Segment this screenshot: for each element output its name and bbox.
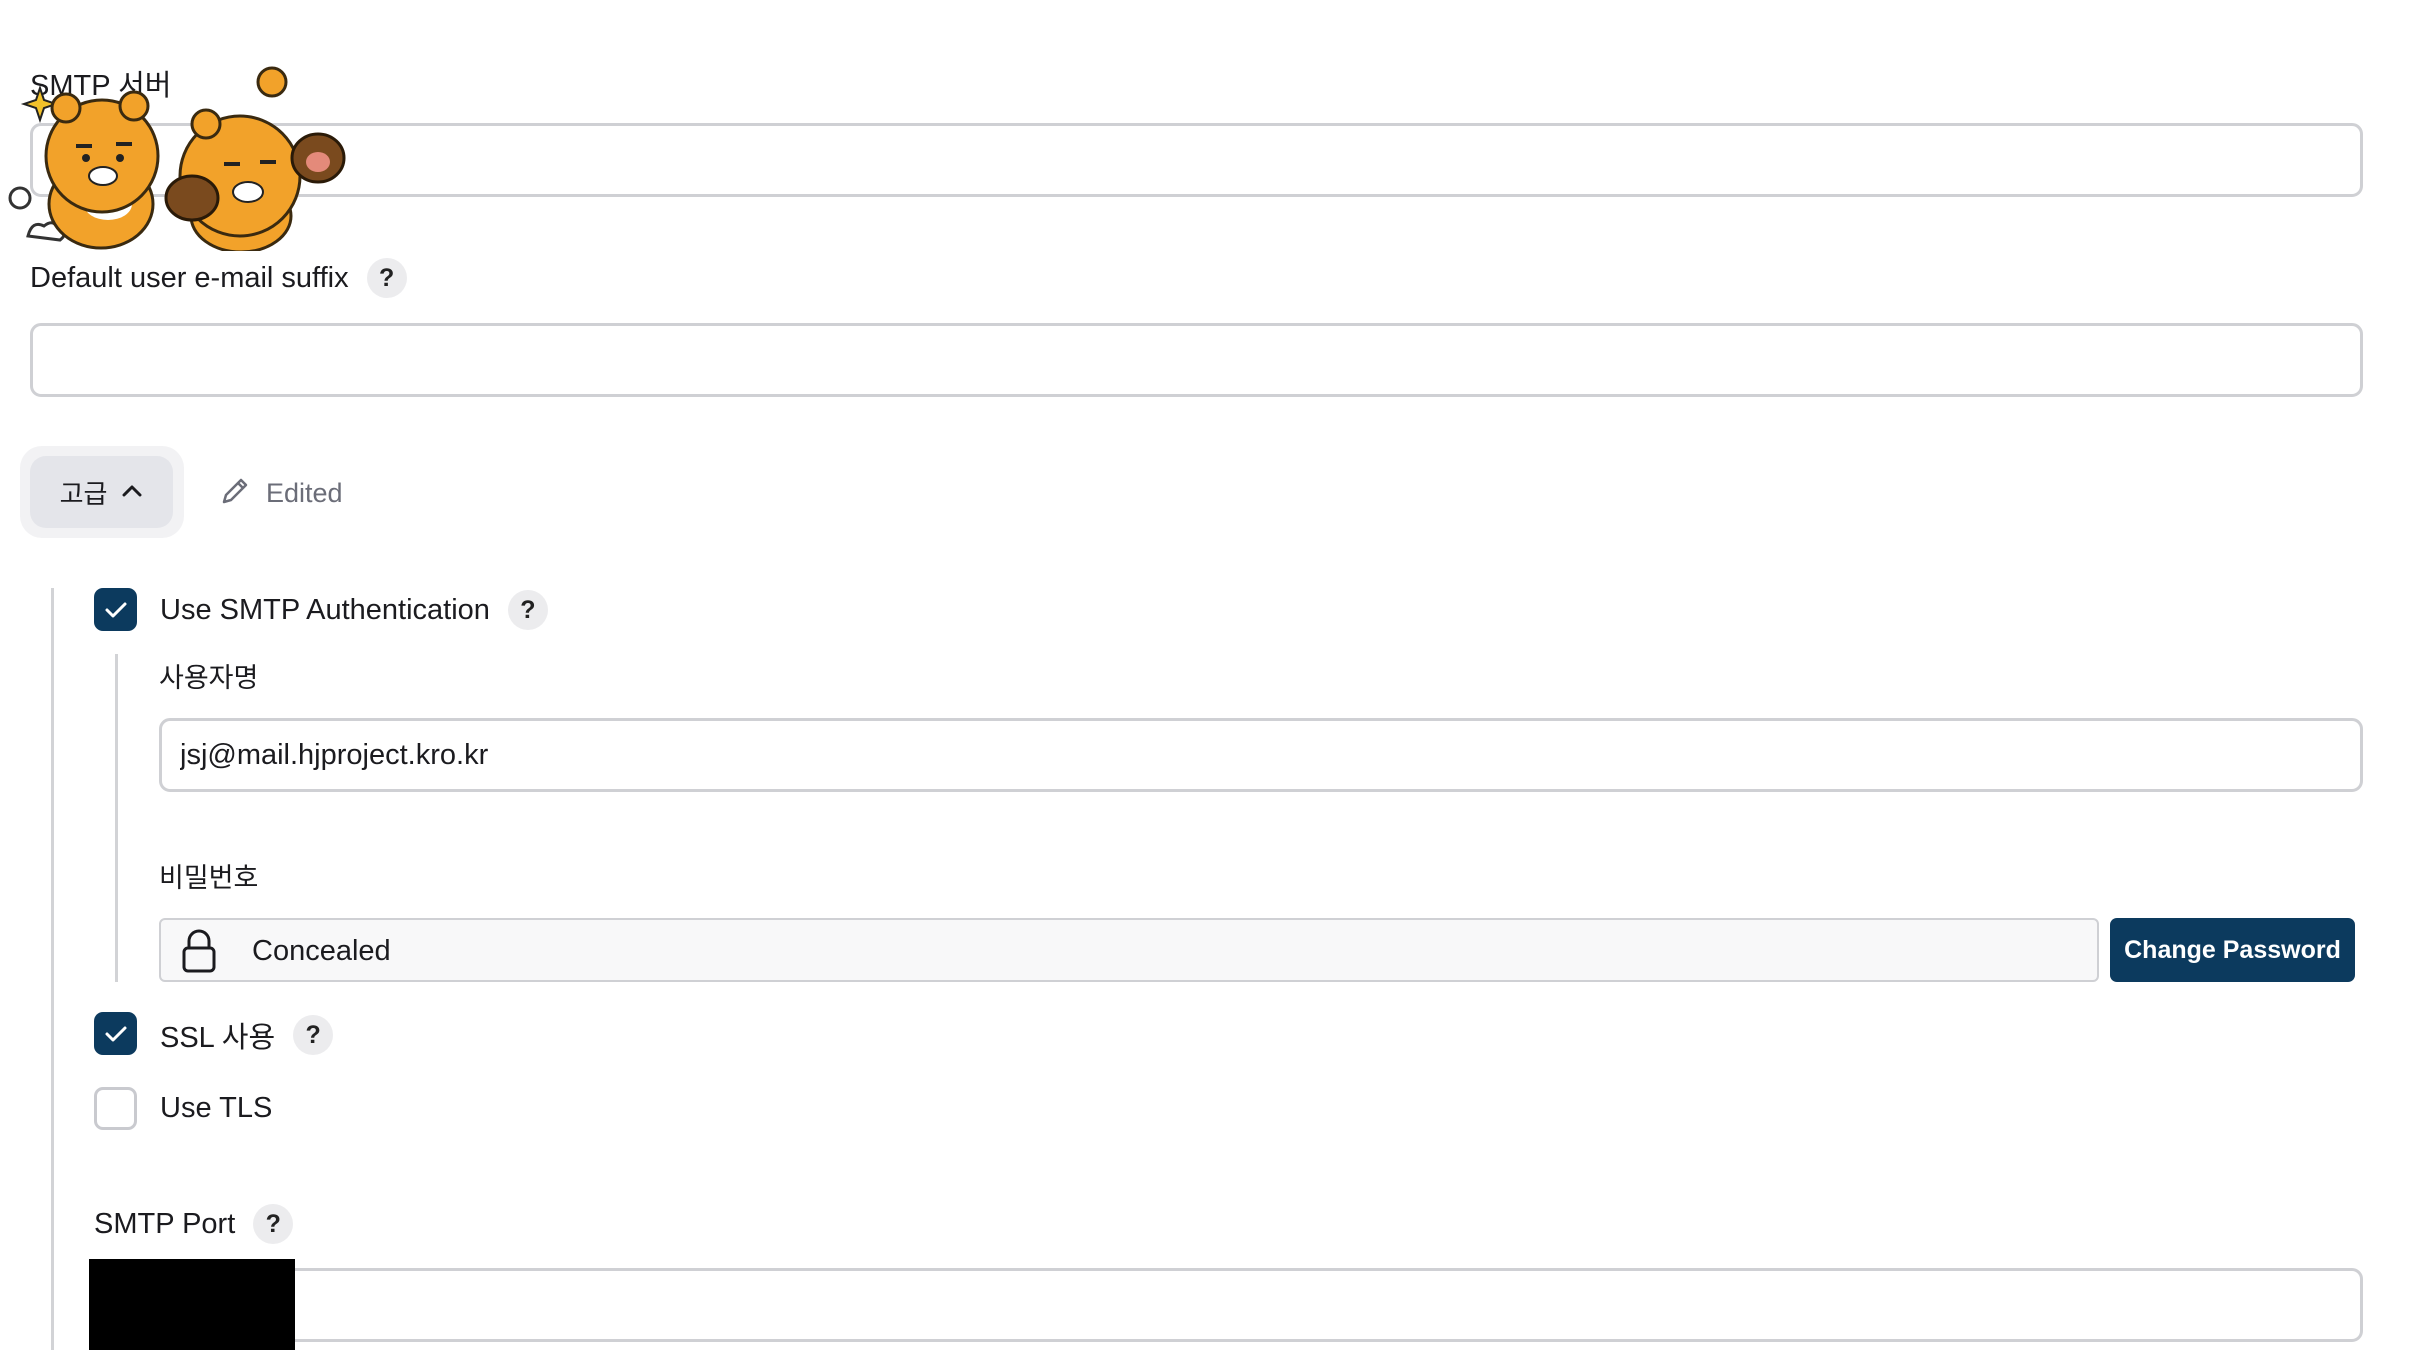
advanced-label: 고급 [59, 478, 108, 509]
edited-label: Edited [266, 478, 343, 508]
checkmark-icon [105, 602, 126, 617]
username-input[interactable] [159, 718, 2363, 792]
auth-section-divider [115, 654, 118, 982]
edited-indicator: Edited [220, 476, 343, 511]
lock-icon [181, 928, 217, 979]
ssl-row: SSL 사용 ? [160, 1014, 334, 1056]
password-field: Concealed [159, 918, 2099, 982]
username-label: 사용자명 [159, 663, 259, 693]
tls-checkbox[interactable] [94, 1087, 137, 1130]
redaction-box [89, 1259, 295, 1350]
advanced-toggle-button[interactable]: 고급 [30, 456, 173, 528]
smtp-port-row: SMTP Port ? [94, 1204, 294, 1244]
chevron-up-icon [121, 483, 143, 502]
ssl-help-icon[interactable]: ? [293, 1015, 334, 1055]
advanced-section-divider [51, 588, 54, 1350]
smtp-auth-help-icon[interactable]: ? [507, 590, 548, 630]
smtp-auth-checkbox[interactable] [94, 588, 137, 631]
tls-label[interactable]: Use TLS [160, 1092, 272, 1125]
email-suffix-label: Default user e-mail suffix [30, 261, 349, 294]
ssl-label[interactable]: SSL 사용 [160, 1014, 275, 1056]
smtp-port-help-icon[interactable]: ? [253, 1204, 294, 1244]
email-suffix-row: Default user e-mail suffix ? [30, 258, 407, 298]
ssl-checkbox[interactable] [94, 1012, 137, 1055]
pencil-icon [220, 476, 250, 511]
smtp-port-input[interactable] [94, 1268, 2363, 1342]
smtp-server-input[interactable] [30, 123, 2363, 197]
password-status: Concealed [252, 935, 391, 967]
smtp-auth-row: Use SMTP Authentication ? [160, 590, 548, 630]
email-suffix-help-icon[interactable]: ? [366, 258, 407, 298]
smtp-port-label: SMTP Port [94, 1207, 236, 1240]
email-suffix-input[interactable] [30, 323, 2363, 397]
checkmark-icon [105, 1026, 126, 1041]
smtp-auth-label[interactable]: Use SMTP Authentication [160, 594, 490, 627]
change-password-button[interactable]: Change Password [2110, 918, 2355, 982]
ryan-sticker-image [6, 66, 351, 254]
password-label: 비밀번호 [159, 863, 259, 893]
